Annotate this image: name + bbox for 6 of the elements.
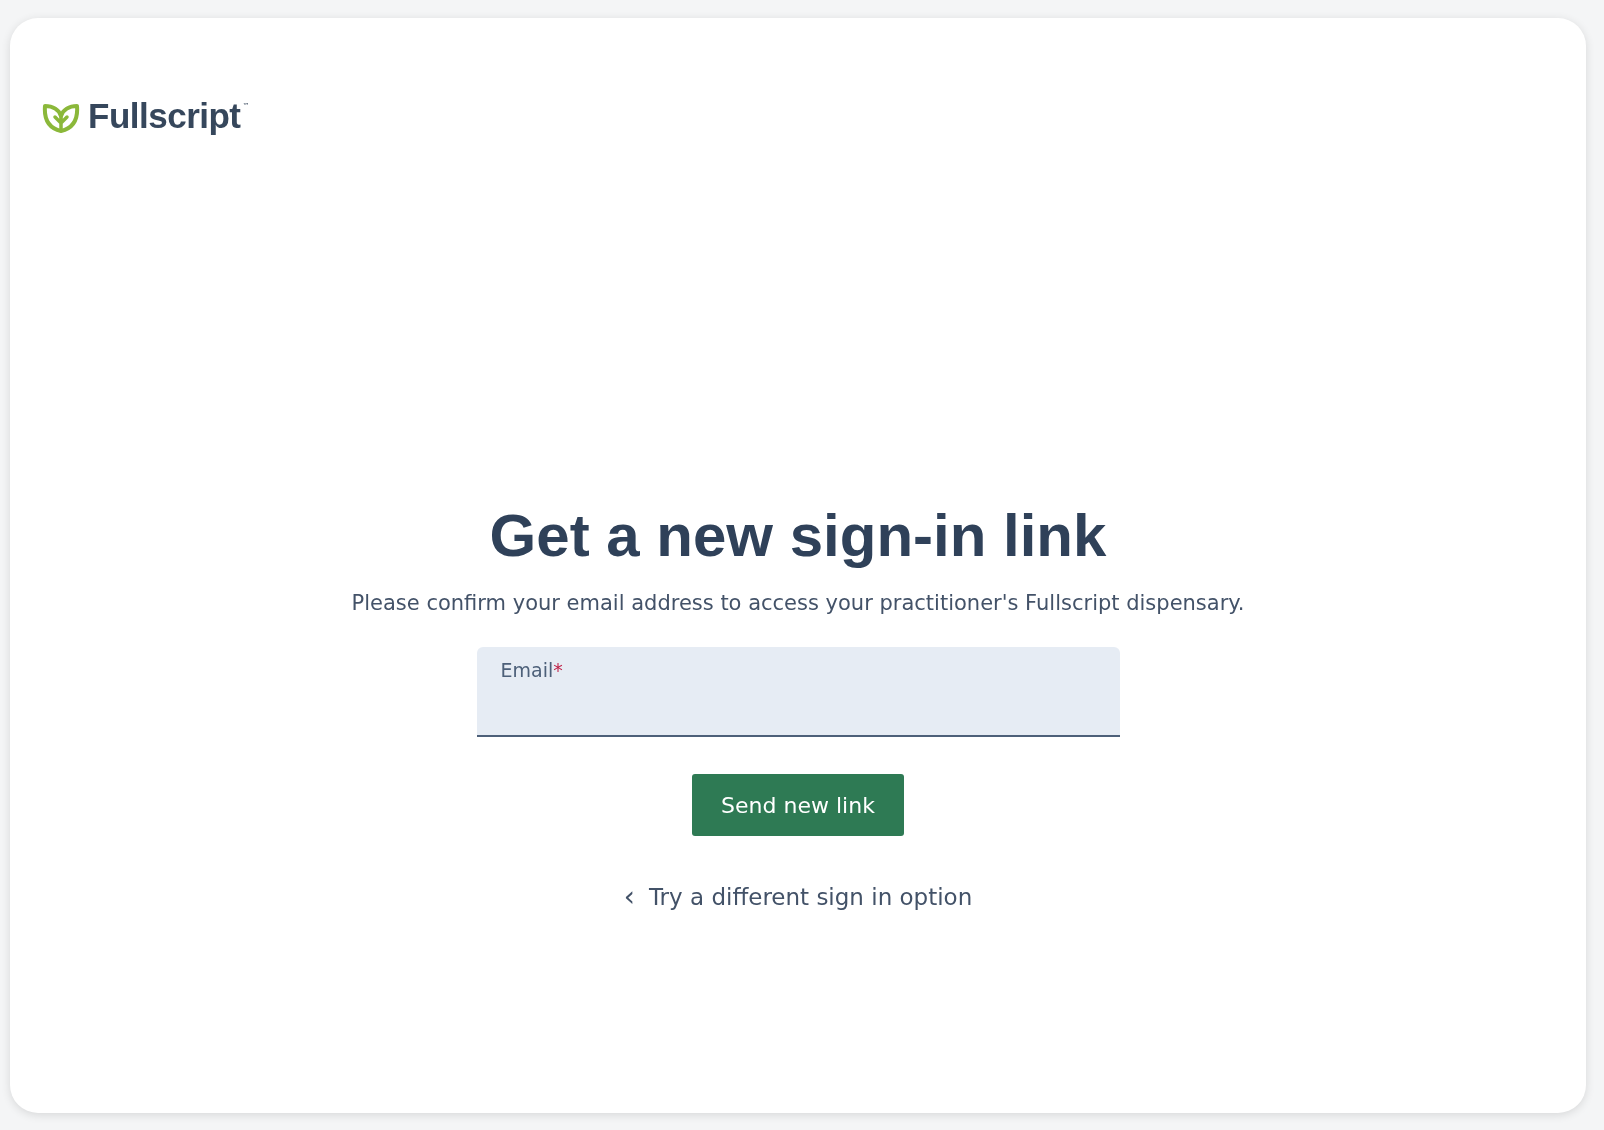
page-heading: Get a new sign-in link bbox=[489, 501, 1107, 571]
send-link-button[interactable]: Send new link bbox=[692, 774, 904, 836]
email-field[interactable]: Email* bbox=[476, 647, 1120, 737]
back-link[interactable]: ‹ Try a different sign in option bbox=[623, 883, 973, 911]
description-text: Please confirm your email address to access your practitioner's Fullscript dispensary. bbox=[351, 591, 1245, 615]
logo-wordmark: Fullscript bbox=[88, 96, 241, 136]
